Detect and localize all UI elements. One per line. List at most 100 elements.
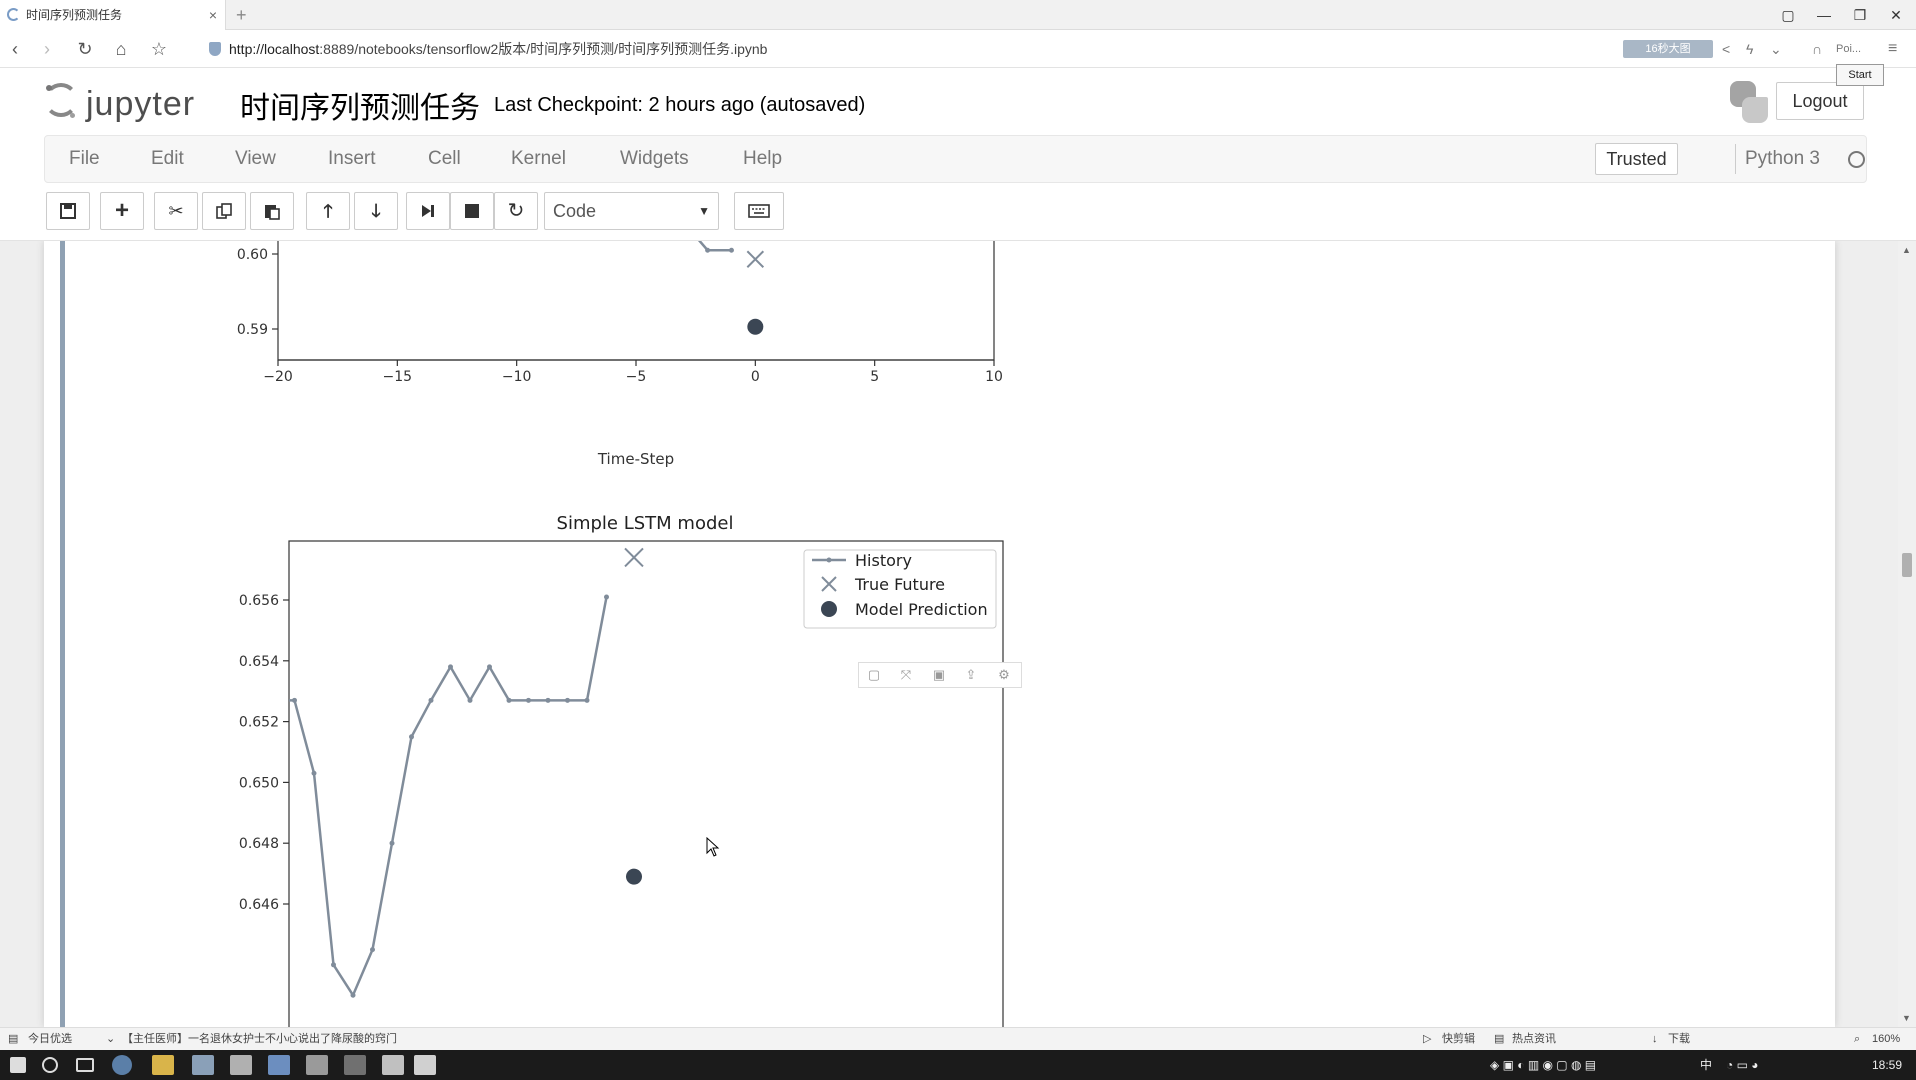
- address-bar: ‹ › ↻ ⌂ ☆ http://localhost:8889/notebook…: [0, 30, 1916, 68]
- move-down-button[interactable]: 🡓: [354, 192, 398, 230]
- chevron-down-icon[interactable]: ⌄: [1770, 39, 1782, 59]
- run-button[interactable]: [406, 192, 450, 230]
- url-field[interactable]: http://localhost:8889/notebooks/tensorfl…: [205, 36, 1610, 62]
- today-picks-label[interactable]: 今日优选: [28, 1028, 72, 1050]
- profile-label[interactable]: Poi...: [1836, 39, 1861, 59]
- quick-edit-label[interactable]: 快剪辑: [1442, 1028, 1475, 1050]
- menu-edit[interactable]: Edit: [151, 136, 184, 182]
- legend-model-prediction-label: Model Prediction: [855, 600, 988, 619]
- restore-button[interactable]: ❐: [1842, 0, 1878, 30]
- history-point: [448, 664, 453, 670]
- forward-icon[interactable]: ›: [34, 38, 60, 60]
- reload-icon[interactable]: ↻: [72, 38, 98, 60]
- y-tick-label: 0.654: [239, 654, 279, 670]
- close-tab-icon[interactable]: ×: [209, 0, 217, 30]
- task-view-icon[interactable]: [76, 1058, 94, 1072]
- scroll-up-icon[interactable]: ▲: [1902, 245, 1911, 255]
- app-taskbar-icon[interactable]: [192, 1055, 214, 1075]
- menu-kernel[interactable]: Kernel: [511, 136, 566, 182]
- notebook-area: −20 −15 −10 −5 0 5 10 0.60 0.59 Time-Step Simpl…: [0, 241, 1916, 1027]
- share-icon[interactable]: <: [1722, 39, 1730, 59]
- url-host: http://localhost: [229, 41, 320, 57]
- history-point: [350, 992, 356, 998]
- logout-button[interactable]: Logout: [1776, 82, 1864, 120]
- zoom-level[interactable]: 160%: [1872, 1028, 1900, 1050]
- home-icon[interactable]: ⌂: [108, 38, 134, 60]
- windows-start-icon[interactable]: [10, 1057, 26, 1073]
- hot-news-icon[interactable]: ▤: [1494, 1028, 1504, 1050]
- app-taskbar-icon[interactable]: [382, 1055, 404, 1075]
- divider: [1735, 144, 1736, 174]
- menu-widgets[interactable]: Widgets: [620, 136, 689, 182]
- download-label[interactable]: 下载: [1668, 1028, 1690, 1050]
- tray-icons-right[interactable]: ◔ ▭ ◕: [1726, 1050, 1759, 1080]
- cortana-search-icon[interactable]: [42, 1057, 58, 1073]
- interrupt-button[interactable]: [450, 192, 494, 230]
- trusted-button[interactable]: Trusted: [1595, 143, 1678, 175]
- figure-fullscreen-icon[interactable]: ⤧: [893, 666, 919, 684]
- menu-cell[interactable]: Cell: [428, 136, 461, 182]
- menu-view[interactable]: View: [235, 136, 276, 182]
- x-tick-label: 0: [751, 369, 760, 385]
- minimize-button[interactable]: —: [1806, 0, 1842, 30]
- keyboard-icon: [748, 204, 770, 218]
- screenshot-button[interactable]: 16秒大图: [1623, 40, 1713, 58]
- insert-cell-button[interactable]: +: [100, 192, 144, 230]
- close-window-button[interactable]: ✕: [1878, 0, 1914, 30]
- move-up-button[interactable]: 🡑: [306, 192, 350, 230]
- explorer-taskbar-icon[interactable]: [152, 1055, 174, 1075]
- menu-insert[interactable]: Insert: [328, 136, 376, 182]
- figure-share-icon[interactable]: ⇪: [958, 666, 984, 684]
- hot-news-label[interactable]: 热点资讯: [1512, 1028, 1556, 1050]
- menu-file[interactable]: File: [69, 136, 100, 182]
- clock[interactable]: 18:59: [1872, 1050, 1902, 1080]
- download-icon[interactable]: ↓: [1652, 1028, 1658, 1050]
- chevron-down-icon: ⌄: [106, 1033, 116, 1045]
- app-taskbar-icon[interactable]: [268, 1055, 290, 1075]
- back-icon[interactable]: ‹: [2, 38, 28, 60]
- bookmark-star-icon[interactable]: ☆: [146, 38, 172, 60]
- history-point: [487, 664, 492, 670]
- headphones-icon[interactable]: ∩: [1812, 39, 1822, 59]
- ime-indicator[interactable]: 中: [1700, 1050, 1712, 1080]
- history-point: [292, 697, 297, 703]
- app-taskbar-icon[interactable]: [306, 1055, 328, 1075]
- scrollbar-thumb[interactable]: [1902, 553, 1912, 577]
- chart-title: Simple LSTM model: [557, 513, 734, 534]
- legend-model-prediction-marker: [821, 601, 837, 617]
- restart-icon: ↻: [507, 200, 525, 222]
- hamburger-menu-icon[interactable]: ≡: [1888, 39, 1897, 59]
- copy-button[interactable]: [202, 192, 246, 230]
- news-icon: ▤: [8, 1033, 19, 1045]
- lightning-icon[interactable]: ϟ: [1746, 39, 1753, 59]
- vertical-scrollbar[interactable]: ▲ ▼: [1898, 241, 1916, 1027]
- kernel-name[interactable]: Python 3: [1745, 136, 1820, 182]
- menu-window-icon[interactable]: ▢: [1770, 0, 1806, 30]
- app-taskbar-icon[interactable]: [414, 1055, 436, 1075]
- figure-settings-icon[interactable]: ⚙: [991, 666, 1017, 684]
- zoom-icon[interactable]: ⌕: [1854, 1028, 1860, 1050]
- scroll-down-icon[interactable]: ▼: [1902, 1013, 1911, 1023]
- save-button[interactable]: [46, 192, 90, 230]
- news-ticker[interactable]: 【主任医师】一名退休女护士不小心说出了降尿酸的窍门: [122, 1028, 397, 1050]
- command-palette-button[interactable]: [734, 192, 784, 230]
- paste-button[interactable]: [250, 192, 294, 230]
- notebook-name[interactable]: 时间序列预测任务: [240, 83, 480, 127]
- x-tick-label: −15: [383, 369, 413, 385]
- app-taskbar-icon[interactable]: [344, 1055, 366, 1075]
- menu-help[interactable]: Help: [743, 136, 782, 182]
- figure-download-icon[interactable]: ▣: [926, 666, 952, 684]
- cut-button[interactable]: ✂: [154, 192, 198, 230]
- cell-type-select[interactable]: Code ▼: [544, 192, 719, 230]
- figure-save-icon[interactable]: ▢: [861, 666, 887, 684]
- jupyter-logo[interactable]: jupyter: [40, 79, 220, 123]
- video-edit-icon[interactable]: ▷: [1423, 1028, 1431, 1050]
- tray-icons[interactable]: ◈ ▣ ◐ ▥ ◉ ▢ ◍ ▤: [1490, 1050, 1596, 1080]
- browser-taskbar-icon[interactable]: [112, 1055, 132, 1075]
- restart-button[interactable]: ↻: [494, 192, 538, 230]
- new-tab-button[interactable]: +: [236, 0, 247, 30]
- figure-toolbar: ▢ ⤧ ▣ ⇪ ⚙: [858, 662, 1022, 688]
- browser-tab[interactable]: 时间序列预测任务 ×: [0, 0, 226, 30]
- app-taskbar-icon[interactable]: [230, 1055, 252, 1075]
- y-tick-label: 0.652: [239, 715, 279, 731]
